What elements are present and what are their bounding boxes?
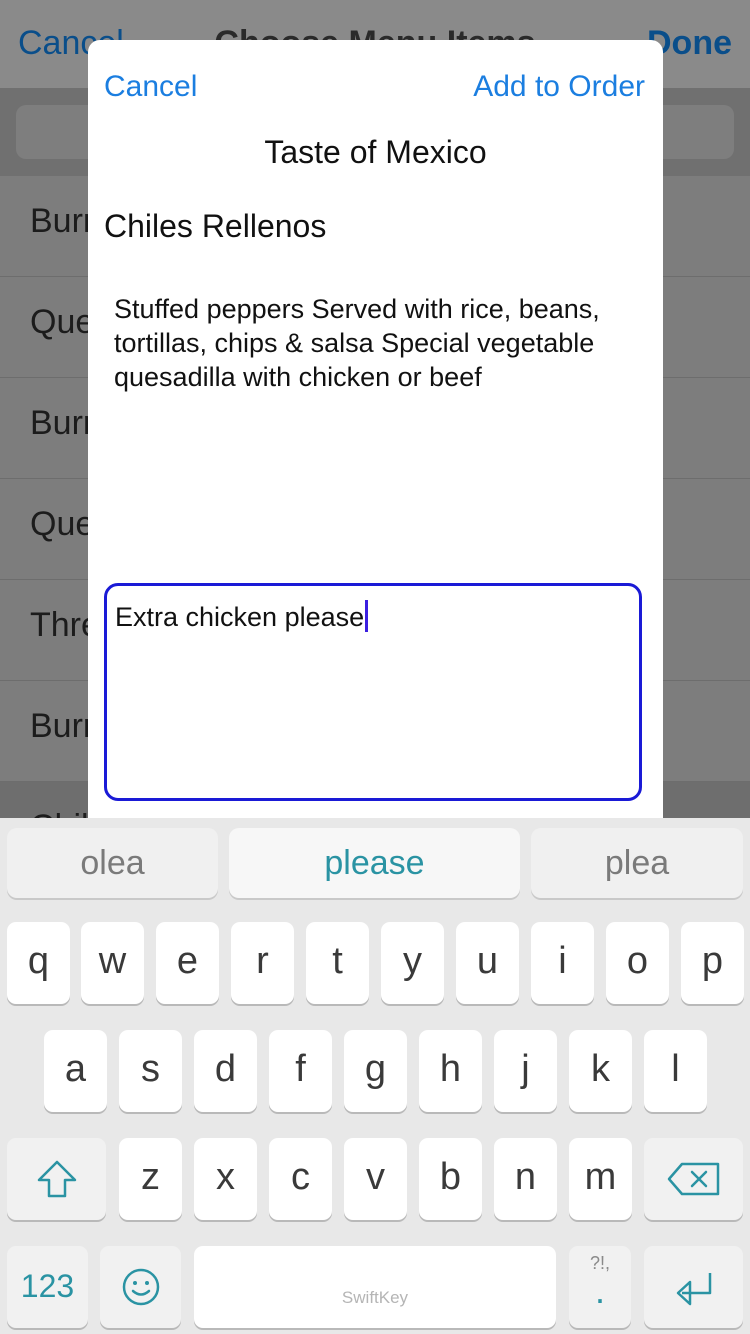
- key-k[interactable]: k: [569, 1030, 632, 1112]
- key-h[interactable]: h: [419, 1030, 482, 1112]
- key-i[interactable]: i: [531, 922, 594, 1004]
- key-p[interactable]: p: [681, 922, 744, 1004]
- special-instructions-field[interactable]: Extra chicken please: [104, 583, 642, 801]
- prediction-left[interactable]: olea: [7, 828, 218, 898]
- return-icon: [676, 1273, 711, 1306]
- prediction-right[interactable]: plea: [531, 828, 743, 898]
- key-y[interactable]: y: [381, 922, 444, 1004]
- key-m[interactable]: m: [569, 1138, 632, 1220]
- punctuation-key[interactable]: ?!, .: [569, 1246, 631, 1328]
- prediction-center[interactable]: please: [229, 828, 520, 898]
- numbers-key[interactable]: 123: [7, 1246, 88, 1328]
- backspace-icon: [667, 1162, 719, 1196]
- key-w[interactable]: w: [81, 922, 144, 1004]
- key-z[interactable]: z: [119, 1138, 182, 1220]
- backspace-key[interactable]: [644, 1138, 743, 1220]
- numbers-label: 123: [20, 1268, 75, 1304]
- key-l[interactable]: l: [644, 1030, 707, 1112]
- item-detail-dialog: Cancel Add to Order Taste of Mexico Chil…: [88, 40, 663, 830]
- swiftkey-logo: SwiftKey: [341, 1288, 409, 1307]
- key-a[interactable]: a: [44, 1030, 107, 1112]
- space-key[interactable]: SwiftKey: [194, 1246, 556, 1328]
- key-x[interactable]: x: [194, 1138, 257, 1220]
- key-c[interactable]: c: [269, 1138, 332, 1220]
- cancel-button[interactable]: Cancel: [104, 70, 197, 104]
- text-caret: [365, 600, 369, 632]
- key-t[interactable]: t: [306, 922, 369, 1004]
- shift-icon: [37, 1160, 76, 1198]
- key-o[interactable]: o: [606, 922, 669, 1004]
- add-to-order-button[interactable]: Add to Order: [473, 70, 645, 104]
- key-d[interactable]: d: [194, 1030, 257, 1112]
- key-u[interactable]: u: [456, 922, 519, 1004]
- key-v[interactable]: v: [344, 1138, 407, 1220]
- key-g[interactable]: g: [344, 1030, 407, 1112]
- return-key[interactable]: [644, 1246, 743, 1328]
- emoji-icon: [122, 1268, 159, 1306]
- item-name: Chiles Rellenos: [104, 208, 327, 244]
- key-s[interactable]: s: [119, 1030, 182, 1112]
- key-n[interactable]: n: [494, 1138, 557, 1220]
- key-q[interactable]: q: [7, 922, 70, 1004]
- item-description: Stuffed peppers Served with rice, beans,…: [114, 294, 600, 392]
- shift-key[interactable]: [7, 1138, 106, 1220]
- key-j[interactable]: j: [494, 1030, 557, 1112]
- key-r[interactable]: r: [231, 922, 294, 1004]
- emoji-key[interactable]: [100, 1246, 181, 1328]
- punctuation-main-label: .: [594, 1270, 605, 1311]
- special-instructions-text: Extra chicken please: [115, 600, 369, 633]
- key-b[interactable]: b: [419, 1138, 482, 1220]
- keyboard: olea please plea q w e r t y u i o p a s…: [0, 818, 750, 1334]
- key-e[interactable]: e: [156, 922, 219, 1004]
- key-f[interactable]: f: [269, 1030, 332, 1112]
- restaurant-title: Taste of Mexico: [264, 134, 487, 170]
